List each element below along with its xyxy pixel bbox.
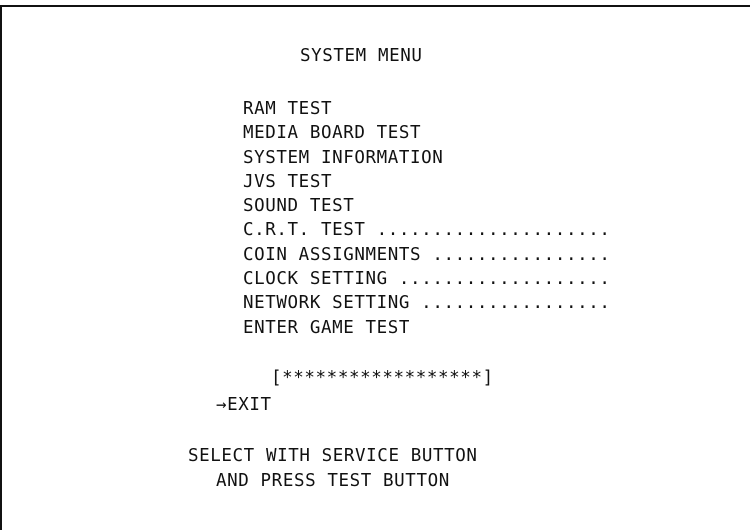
menu-title: SYSTEM MENU bbox=[300, 46, 423, 66]
menu-item-label: COIN ASSIGNMENTS bbox=[243, 244, 422, 265]
menu-item-system-information[interactable]: SYSTEM INFORMATION bbox=[243, 146, 611, 170]
menu-item-label: MEDIA BOARD TEST bbox=[243, 123, 422, 144]
menu-item-leader: ................ bbox=[421, 244, 611, 265]
menu-item-label: CLOCK SETTING bbox=[243, 269, 388, 290]
menu-item-clock-setting[interactable]: CLOCK SETTING ................... bbox=[243, 267, 611, 291]
system-menu-screen: SYSTEM MENU RAM TEST MEDIA BOARD TEST SY… bbox=[0, 0, 750, 530]
menu-item-network-setting[interactable]: NETWORK SETTING ................. bbox=[243, 291, 611, 315]
menu-list: RAM TEST MEDIA BOARD TEST SYSTEM INFORMA… bbox=[243, 97, 611, 340]
instructions-line-2: AND PRESS TEST BUTTON bbox=[216, 471, 450, 491]
menu-item-enter-game-test[interactable]: ENTER GAME TEST bbox=[243, 316, 611, 340]
menu-item-jvs-test[interactable]: JVS TEST bbox=[243, 170, 611, 194]
menu-item-coin-assignments[interactable]: COIN ASSIGNMENTS ................ bbox=[243, 243, 611, 267]
menu-item-label: SOUND TEST bbox=[243, 196, 355, 217]
menu-item-label: NETWORK SETTING bbox=[243, 293, 411, 314]
selection-arrow-icon: → bbox=[216, 395, 228, 415]
menu-item-crt-test[interactable]: C.R.T. TEST ..................... bbox=[243, 218, 611, 242]
menu-item-sound-test[interactable]: SOUND TEST bbox=[243, 194, 611, 218]
menu-item-media-board-test[interactable]: MEDIA BOARD TEST bbox=[243, 121, 611, 145]
menu-item-leader: ..................... bbox=[365, 220, 611, 241]
menu-item-leader: ................. bbox=[410, 293, 611, 314]
menu-item-label: JVS TEST bbox=[243, 171, 333, 192]
menu-item-ram-test[interactable]: RAM TEST bbox=[243, 97, 611, 121]
exit-label: EXIT bbox=[227, 395, 272, 415]
menu-item-leader: ................... bbox=[387, 269, 611, 290]
menu-item-label: RAM TEST bbox=[243, 99, 333, 119]
instructions-line-1: SELECT WITH SERVICE BUTTON bbox=[188, 446, 478, 466]
menu-item-label: C.R.T. TEST bbox=[243, 220, 366, 241]
progress-indicator: [******************] bbox=[271, 368, 494, 388]
menu-item-label: SYSTEM INFORMATION bbox=[243, 147, 444, 168]
menu-item-exit[interactable]: →EXIT bbox=[216, 393, 272, 417]
menu-item-label: ENTER GAME TEST bbox=[243, 317, 411, 338]
